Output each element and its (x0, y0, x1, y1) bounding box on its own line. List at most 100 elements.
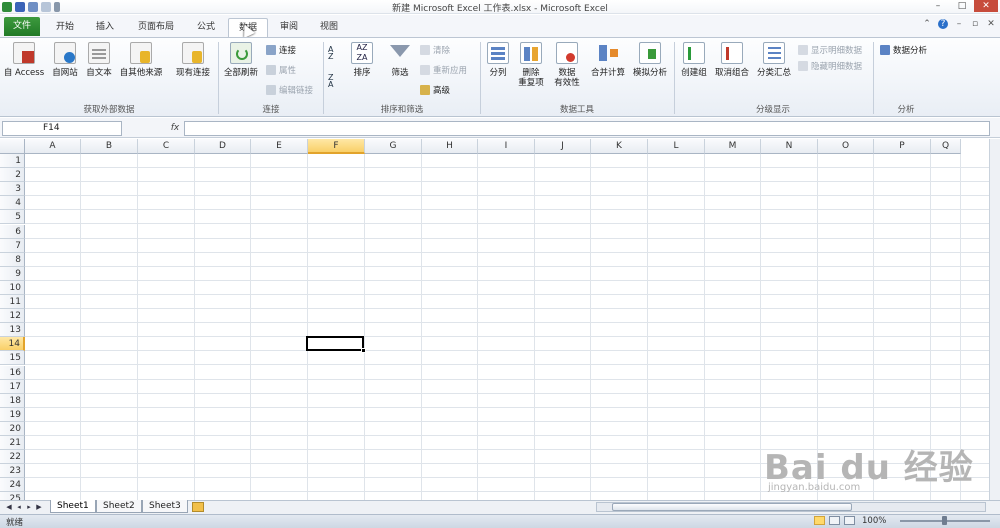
column-header[interactable]: O (818, 139, 874, 154)
remove-duplicates-icon (520, 42, 542, 64)
row-header[interactable]: 23 (0, 464, 25, 479)
row-header[interactable]: 5 (0, 210, 25, 225)
row-header[interactable]: 18 (0, 393, 25, 408)
row-header[interactable]: 21 (0, 436, 25, 450)
row-header[interactable]: 7 (0, 238, 25, 253)
row-header[interactable]: 16 (0, 365, 25, 380)
from-other-sources-button[interactable]: 自其他来源 (116, 42, 166, 78)
row-header[interactable]: 4 (0, 196, 25, 211)
sheet-tab[interactable]: Sheet1 (50, 500, 96, 513)
group-button[interactable]: 创建组 (676, 42, 712, 78)
row-header[interactable]: 3 (0, 182, 25, 197)
column-header[interactable]: E (251, 139, 308, 154)
column-header[interactable]: K (591, 139, 648, 154)
row-header[interactable]: 17 (0, 379, 25, 394)
from-access-button[interactable]: 自 Access (2, 42, 46, 78)
sort-za-icon[interactable]: ZA (328, 74, 342, 89)
zoom-level[interactable]: 100% (862, 516, 886, 526)
row-header[interactable]: 22 (0, 450, 25, 465)
ungroup-button[interactable]: 取消组合 (712, 42, 752, 78)
tab-page-layout[interactable]: 页面布局 (128, 18, 184, 37)
sheet-tab[interactable]: Sheet3 (142, 500, 188, 513)
row-header[interactable]: 11 (0, 295, 25, 309)
row-header[interactable]: 10 (0, 280, 25, 295)
workbook-close-icon[interactable]: ✕ (986, 19, 996, 29)
tab-home[interactable]: 开始 (46, 18, 84, 37)
first-sheet-icon[interactable]: ◀ (4, 502, 14, 512)
tab-insert[interactable]: 插入 (86, 18, 124, 37)
row-header[interactable]: 12 (0, 309, 25, 324)
row-header[interactable]: 9 (0, 266, 25, 281)
column-header[interactable]: D (195, 139, 251, 154)
vertical-scrollbar[interactable] (989, 139, 1000, 500)
insert-function-icon[interactable]: fx (168, 121, 182, 136)
data-validation-button[interactable]: 数据 有效性 (550, 42, 584, 88)
insert-sheet-icon[interactable] (192, 502, 204, 512)
show-detail-button: 显示明细数据 (798, 44, 862, 56)
from-web-button[interactable]: 自网站 (48, 42, 82, 78)
help-icon[interactable]: ? (938, 19, 948, 29)
row-header[interactable]: 15 (0, 351, 25, 366)
column-header[interactable]: J (535, 139, 591, 154)
zoom-slider-thumb[interactable] (942, 516, 947, 525)
from-text-button[interactable]: 自文本 (82, 42, 116, 78)
row-header[interactable]: 8 (0, 252, 25, 267)
page-layout-view-icon[interactable] (829, 516, 840, 525)
sort-az-icon[interactable]: AZ (328, 46, 342, 61)
sheet-tab[interactable]: Sheet2 (96, 500, 142, 513)
remove-duplicates-button[interactable]: 删除 重复项 (514, 42, 548, 88)
tab-formulas[interactable]: 公式 (186, 18, 226, 37)
prev-sheet-icon[interactable]: ◂ (14, 502, 24, 512)
next-sheet-icon[interactable]: ▸ (24, 502, 34, 512)
row-header[interactable]: 14 (0, 337, 25, 352)
column-header[interactable]: A (25, 139, 81, 154)
tab-file[interactable]: 文件 (4, 17, 40, 36)
refresh-all-button[interactable]: 全部刷新 (220, 42, 262, 78)
column-header[interactable]: L (648, 139, 705, 154)
sort-button[interactable]: AZ ZA 排序 (348, 42, 376, 78)
page-break-view-icon[interactable] (844, 516, 855, 525)
column-header[interactable]: B (81, 139, 138, 154)
row-header[interactable]: 20 (0, 421, 25, 436)
row-header[interactable]: 6 (0, 224, 25, 239)
row-header[interactable]: 24 (0, 478, 25, 493)
fill-handle[interactable] (361, 348, 366, 353)
close-icon[interactable]: ✕ (974, 0, 998, 12)
select-all-corner[interactable] (0, 139, 25, 154)
column-header[interactable]: P (874, 139, 931, 154)
what-if-analysis-button[interactable]: 模拟分析 (630, 42, 670, 78)
last-sheet-icon[interactable]: ▶ (34, 502, 44, 512)
column-header[interactable]: G (365, 139, 422, 154)
column-header[interactable]: M (705, 139, 761, 154)
column-header[interactable]: F (308, 139, 365, 154)
connections-button[interactable]: 连接 (266, 44, 296, 56)
row-header[interactable]: 1 (0, 154, 25, 168)
column-header[interactable]: N (761, 139, 818, 154)
tab-review[interactable]: 审阅 (270, 18, 308, 37)
row-header[interactable]: 2 (0, 168, 25, 183)
filter-button[interactable]: 筛选 (386, 42, 414, 78)
maximize-icon[interactable]: □ (950, 0, 974, 12)
consolidate-button[interactable]: 合并计算 (588, 42, 628, 78)
row-header[interactable]: 13 (0, 323, 25, 338)
row-header[interactable]: 19 (0, 407, 25, 422)
tab-view[interactable]: 视图 (310, 18, 348, 37)
column-header[interactable]: C (138, 139, 195, 154)
column-header[interactable]: I (478, 139, 535, 154)
minimize-ribbon-icon[interactable]: ⌃ (922, 19, 932, 29)
horizontal-scroll-thumb[interactable] (612, 503, 852, 511)
existing-connections-button[interactable]: 现有连接 (172, 42, 214, 78)
workbook-minimize-icon[interactable]: – (954, 19, 964, 29)
column-header[interactable]: H (422, 139, 478, 154)
advanced-filter-button[interactable]: 高级 (420, 84, 450, 96)
name-box[interactable]: F14 (2, 121, 122, 136)
subtotal-button[interactable]: 分类汇总 (754, 42, 794, 78)
workbook-restore-icon[interactable]: ▫ (970, 19, 980, 29)
text-to-columns-button[interactable]: 分列 (484, 42, 512, 78)
normal-view-icon[interactable] (814, 516, 825, 525)
column-header[interactable]: Q (931, 139, 961, 154)
data-analysis-button[interactable]: 数据分析 (880, 44, 927, 56)
formula-input[interactable] (184, 121, 990, 136)
active-cell[interactable] (306, 336, 364, 351)
minimize-icon[interactable]: – (926, 0, 950, 12)
